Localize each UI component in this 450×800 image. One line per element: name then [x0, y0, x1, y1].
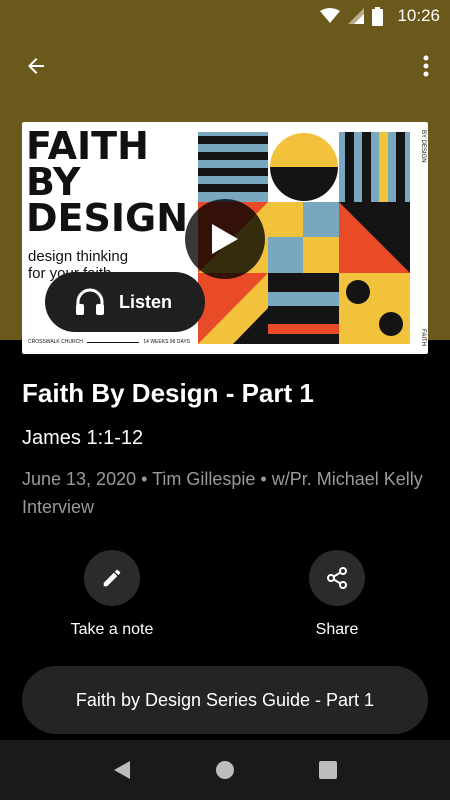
status-icons: 10:26 [320, 4, 440, 28]
artwork-footer-duration: 14 WEEKS 98 DAYS [143, 339, 190, 345]
back-button[interactable] [18, 50, 54, 82]
pattern-dots [339, 273, 410, 344]
nav-recents-button[interactable] [308, 750, 348, 790]
nav-home-icon [215, 761, 234, 779]
share-icon [327, 567, 347, 589]
sermon-title: Faith By Design - Part 1 [22, 378, 314, 408]
overflow-menu-button[interactable] [418, 50, 434, 82]
pattern-triangle-a [339, 202, 410, 273]
play-icon [212, 224, 238, 254]
artwork-footer-church: CROSSWALK CHURCH [28, 339, 83, 345]
artwork-side-text-top: BY DESIGN [420, 130, 426, 163]
status-time: 10:26 [397, 6, 440, 25]
pattern-checker [268, 202, 339, 273]
system-nav-bar [0, 740, 450, 800]
share-circle [309, 550, 365, 606]
artwork-footer-divider [86, 341, 140, 343]
take-note-label: Take a note [70, 621, 154, 638]
listen-label: Listen [119, 291, 173, 312]
nav-home-button[interactable] [205, 750, 245, 790]
sermon-meta: June 13, 2020 • Tim Gillespie • w/Pr. Mi… [22, 469, 423, 517]
artwork-title: FAITH BY DESIGN [26, 124, 189, 240]
share-button[interactable]: Share [277, 550, 397, 639]
artwork-footer: CROSSWALK CHURCH 14 WEEKS 98 DAYS [28, 339, 190, 345]
series-guide-button[interactable]: Faith by Design Series Guide - Part 1 [22, 666, 428, 734]
pattern-triangle-b [198, 273, 268, 344]
arrow-back-icon [28, 58, 44, 74]
pencil-icon [103, 569, 121, 587]
share-label: Share [315, 621, 359, 638]
pattern-stripes-a [198, 132, 268, 202]
scripture-passage: James 1:1-12 [22, 427, 144, 449]
headphones-icon [76, 288, 104, 315]
pattern-half-circle [268, 132, 339, 202]
more-vert-icon [423, 55, 429, 77]
nav-back-button[interactable] [102, 750, 142, 790]
cellular-signal-icon [348, 8, 365, 24]
artwork-side-text-bottom: FAITH [420, 328, 426, 346]
battery-icon [372, 6, 384, 26]
pattern-stripes-b [339, 132, 410, 202]
listen-button[interactable]: Listen [45, 272, 205, 332]
play-button[interactable] [185, 199, 265, 279]
wifi-icon [320, 8, 341, 23]
status-bar: 10:26 [0, 0, 450, 32]
pattern-bars [268, 273, 339, 344]
nav-recents-icon [319, 761, 338, 779]
take-note-button[interactable]: Take a note [52, 550, 172, 639]
take-note-circle [84, 550, 140, 606]
nav-back-icon [113, 761, 130, 779]
